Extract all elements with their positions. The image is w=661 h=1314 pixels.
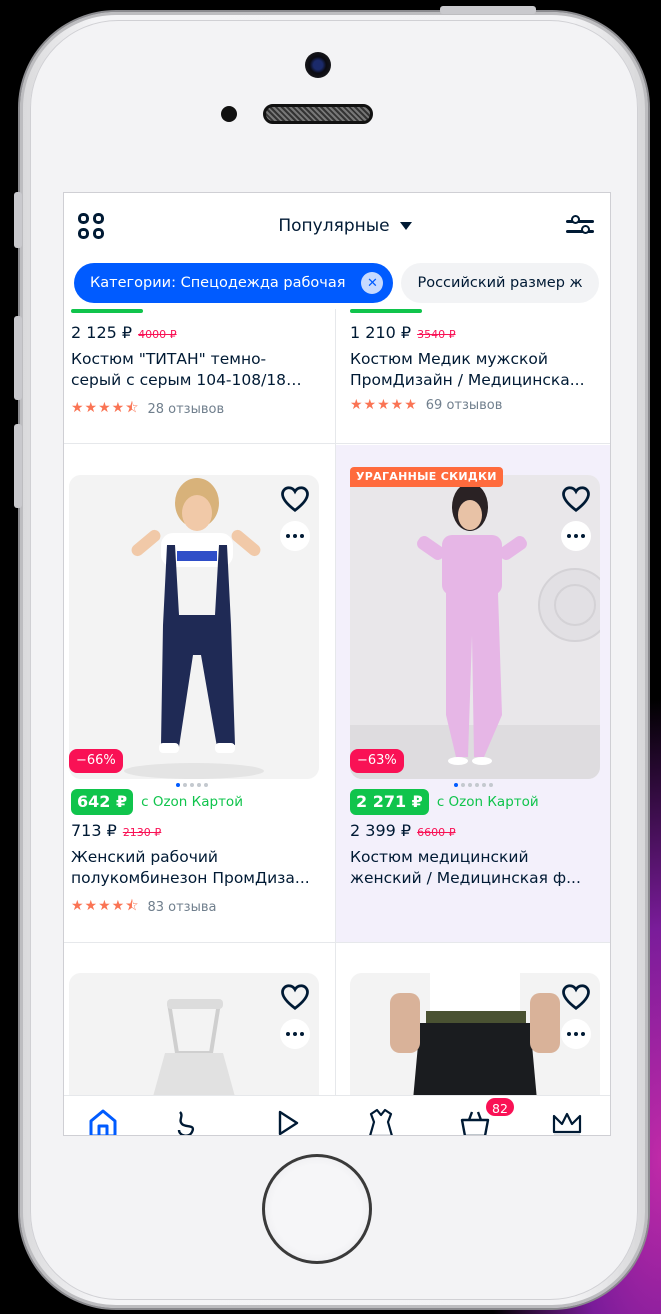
bottom-tab-bar: 82 <box>64 1095 610 1136</box>
product-price: 2 399 ₽6600 ₽ <box>350 821 456 840</box>
filter-chips: Категории: Спецодежда рабочая ✕ Российск… <box>74 263 599 303</box>
volume-down-button <box>14 424 22 508</box>
more-options-icon[interactable] <box>280 1019 310 1049</box>
more-options-icon[interactable] <box>561 521 591 551</box>
pager-dot <box>183 783 187 787</box>
heart-icon[interactable] <box>561 485 591 513</box>
row-divider <box>64 443 610 444</box>
product-image[interactable] <box>69 475 319 779</box>
power-button <box>440 6 536 14</box>
product-title[interactable]: Костюм "ТИТАН" темно- серый с серым 104-… <box>71 349 311 391</box>
fashion-tab-icon[interactable] <box>364 1106 398 1136</box>
video-tab-icon[interactable] <box>270 1106 304 1136</box>
proximity-sensor <box>221 106 237 122</box>
column-divider <box>335 309 336 1095</box>
volume-up-button <box>14 316 22 400</box>
chip-category[interactable]: Категории: Спецодежда рабочая ✕ <box>74 263 394 303</box>
pager-dot <box>468 783 472 787</box>
row-divider <box>64 942 610 943</box>
earpiece-speaker <box>263 104 373 124</box>
pager-dot <box>176 783 180 787</box>
photo-pager <box>176 783 208 787</box>
old-price: 3540 ₽ <box>417 328 456 341</box>
medical-suit-photo <box>350 475 600 779</box>
cart-count-badge: 82 <box>484 1096 516 1118</box>
top-bar: Популярные <box>64 193 610 259</box>
product-price: 713 ₽2130 ₽ <box>71 821 162 840</box>
grid-view-icon[interactable] <box>78 213 104 239</box>
pager-dot <box>489 783 493 787</box>
sort-label: Популярные <box>278 216 390 236</box>
sort-dropdown[interactable]: Популярные <box>278 216 412 236</box>
fresh-tab-icon[interactable] <box>170 1106 204 1136</box>
pager-dot <box>482 783 486 787</box>
mute-switch <box>14 192 22 248</box>
filter-settings-icon[interactable] <box>566 214 594 238</box>
progress-strip <box>350 309 422 313</box>
product-price: 1 210 ₽3540 ₽ <box>350 323 456 342</box>
pager-dot <box>461 783 465 787</box>
pager-dot <box>475 783 479 787</box>
chip-size[interactable]: Российский размер ж <box>401 263 599 303</box>
star-rating-icon: ★★★★⯪ <box>71 400 140 416</box>
discount-badge: −66% <box>69 749 123 773</box>
product-title[interactable]: Костюм медицинский женский / Медицинская… <box>350 847 590 889</box>
product-feed: 2 125 ₽4000 ₽ Костюм "ТИТАН" темно- серы… <box>64 309 610 1095</box>
pager-dot <box>204 783 208 787</box>
more-options-icon[interactable] <box>561 1019 591 1049</box>
product-rating: ★★★★⯪ 83 отзыва <box>71 895 216 919</box>
home-button[interactable] <box>262 1154 372 1264</box>
app-screen: Популярные Категории: Спецодежда рабочая… <box>63 192 611 1136</box>
ozon-price-badge: 2 271 ₽ <box>350 789 429 815</box>
old-price: 2130 ₽ <box>122 826 162 839</box>
heart-icon[interactable] <box>280 983 310 1011</box>
discount-badge: −63% <box>350 749 404 773</box>
premium-crown-icon[interactable] <box>550 1106 584 1136</box>
ozon-card-price: 2 271 ₽ с Ozon Картой <box>350 789 539 815</box>
progress-strip <box>71 309 143 313</box>
pager-dot <box>454 783 458 787</box>
star-rating-icon: ★★★★★ <box>350 397 418 413</box>
chip-close-icon[interactable]: ✕ <box>361 272 384 294</box>
caret-down-icon <box>399 222 412 230</box>
chip-category-label: Категории: Спецодежда рабочая <box>90 275 346 291</box>
chip-size-label: Российский размер ж <box>417 275 583 291</box>
ozon-price-badge: 642 ₽ <box>71 789 134 815</box>
more-options-icon[interactable] <box>280 521 310 551</box>
old-price: 4000 ₽ <box>138 328 177 341</box>
pager-dot <box>197 783 201 787</box>
photo-pager <box>454 783 493 787</box>
old-price: 6600 ₽ <box>417 826 456 839</box>
product-image[interactable] <box>350 475 600 779</box>
star-rating-icon: ★★★★⯪ <box>71 898 140 914</box>
product-title[interactable]: Костюм Медик мужской ПромДизайн / Медици… <box>350 349 590 391</box>
product-price: 2 125 ₽4000 ₽ <box>71 323 177 342</box>
ozon-card-price: 642 ₽ с Ozon Картой <box>71 789 243 815</box>
workwear-overalls-photo <box>69 475 319 779</box>
product-rating: ★★★★⯪ 28 отзывов <box>71 397 224 421</box>
product-rating: ★★★★★ 69 отзывов <box>350 397 503 413</box>
product-title[interactable]: Женский рабочий полукомбинезон ПромДиза.… <box>71 847 311 889</box>
ozon-card-label: с Ozon Картой <box>436 794 539 810</box>
ozon-card-label: с Ozon Картой <box>141 794 243 810</box>
pager-dot <box>190 783 194 787</box>
heart-icon[interactable] <box>561 983 591 1011</box>
home-tab-icon[interactable] <box>86 1106 120 1136</box>
front-camera <box>305 52 331 78</box>
promo-tag: УРАГАННЫЕ СКИДКИ <box>350 467 503 487</box>
heart-icon[interactable] <box>280 485 310 513</box>
